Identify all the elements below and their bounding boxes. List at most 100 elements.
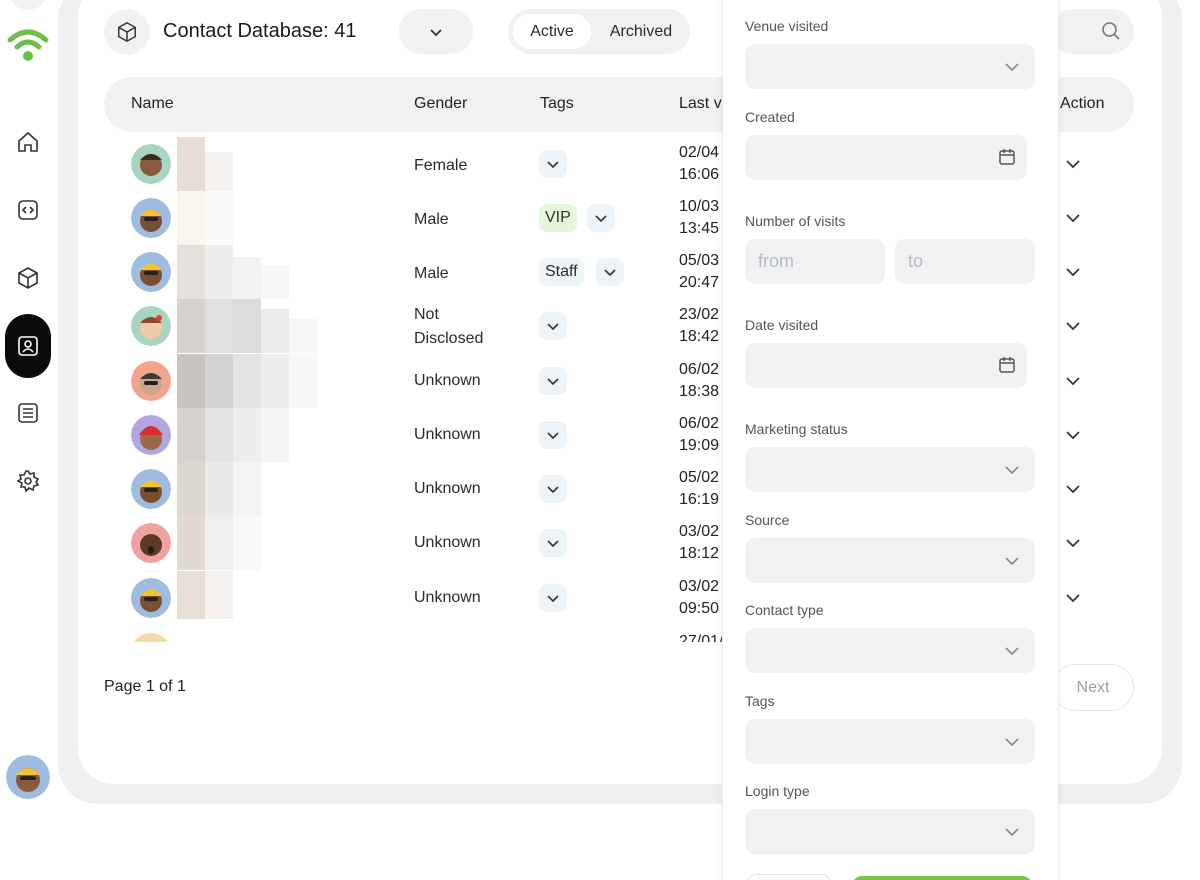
chevron-down-icon [547,486,559,494]
sidebar-item-home[interactable] [6,120,50,164]
name-redacted [177,516,261,570]
filter-label-marketing-status: Marketing status [745,421,848,437]
search-icon[interactable] [1101,21,1121,41]
contact-avatar [131,198,171,238]
sidebar-item-settings[interactable] [6,459,50,503]
sidebar-top-button[interactable] [8,0,48,10]
filter-reset-button[interactable] [747,874,831,880]
tag-dropdown[interactable] [587,204,615,232]
filter-apply-button[interactable] [852,876,1032,880]
row-action-chevron-icon[interactable] [1064,263,1082,281]
date-visited-picker[interactable] [745,343,1027,388]
gender-value: Female [414,157,468,174]
name-redacted [177,354,317,408]
gender-value: Male [414,211,449,228]
chevron-down-icon [604,269,616,277]
login-type-select[interactable] [745,809,1035,854]
user-avatar[interactable] [6,755,50,799]
sidebar-item-reports[interactable] [6,391,50,435]
contact-avatar [131,306,171,346]
contact-avatar [131,252,171,292]
next-page-button[interactable]: Next [1052,664,1134,711]
name-redacted [177,462,261,516]
gender-value: Unknown [414,426,481,443]
chevron-down-icon [430,28,442,36]
last-visit-time: 13:45 [679,220,720,237]
row-action-chevron-icon[interactable] [1064,209,1082,227]
column-header-tags[interactable]: Tags [540,95,574,113]
tag-dropdown[interactable] [539,421,567,449]
chevron-down-icon [1005,828,1019,837]
last-visit-date: 05/02 [679,469,720,486]
gender-value: Male [414,265,449,282]
search-input[interactable] [1050,9,1134,54]
contact-avatar [131,523,171,563]
last-visit-date: 02/04 [679,144,720,161]
chevron-down-icon [547,432,559,440]
visits-from-input[interactable] [745,239,885,284]
list-icon [18,403,38,423]
venue-visited-select[interactable] [745,44,1035,89]
last-visit-time: 20:47 [679,274,720,291]
tags-select[interactable] [745,719,1035,764]
gender-value: Unknown [414,480,481,497]
filter-label-source: Source [745,512,790,528]
row-action-chevron-icon[interactable] [1064,480,1082,498]
row-action-chevron-icon[interactable] [1064,155,1082,173]
contact-type-select[interactable] [745,628,1035,673]
chevron-down-icon [1005,466,1019,475]
last-visit-date: 23/02 [679,306,720,323]
name-redacted [177,137,233,191]
tab-active[interactable]: Active [513,14,591,49]
visits-to-input[interactable] [895,239,1035,284]
source-select[interactable] [745,538,1035,583]
sidebar-item-products[interactable] [6,256,50,300]
tag-dropdown[interactable] [539,150,567,178]
filter-label-tags: Tags [745,693,775,709]
sidebar-item-code[interactable] [6,188,50,232]
tag-dropdown[interactable] [539,584,567,612]
gender-value-line2: Disclosed [414,330,484,347]
last-visit-time: 09:50 [679,600,720,617]
marketing-status-select[interactable] [745,447,1035,492]
wifi-logo-icon [7,29,49,61]
sidebar [0,0,56,880]
cube-icon [18,267,38,289]
sidebar-item-contacts[interactable] [5,314,51,378]
row-action-chevron-icon[interactable] [1064,372,1082,390]
database-dropdown[interactable] [399,9,473,54]
last-visit-date: 27/01/ [679,633,724,642]
calendar-icon [999,149,1015,165]
last-visit-time: 16:19 [679,491,720,508]
name-redacted [177,299,317,353]
last-visit-date: 05/03 [679,252,720,269]
row-action-chevron-icon[interactable] [1064,426,1082,444]
gender-value: Unknown [414,372,481,389]
created-date-picker[interactable] [745,135,1027,180]
database-icon-button [104,9,150,55]
tag-dropdown[interactable] [539,529,567,557]
tag-dropdown[interactable] [539,367,567,395]
last-visit-date: 06/02 [679,415,720,432]
row-action-chevron-icon[interactable] [1064,589,1082,607]
column-header-name[interactable]: Name [131,95,174,113]
tag-dropdown[interactable] [539,312,567,340]
contacts-icon [18,336,38,356]
tag-dropdown[interactable] [539,475,567,503]
column-header-last-visit[interactable]: Last v [679,95,722,113]
last-visit-time: 16:06 [679,166,720,183]
contact-avatar [131,469,171,509]
contact-avatar [131,633,171,642]
row-action-chevron-icon[interactable] [1064,317,1082,335]
tag-dropdown[interactable] [596,258,624,286]
row-action-chevron-icon[interactable] [1064,534,1082,552]
filter-label-date-visited: Date visited [745,317,819,333]
chevron-down-icon [595,215,607,223]
column-header-gender[interactable]: Gender [414,95,467,113]
last-visit-time: 18:42 [679,328,720,345]
pagination-label: Page 1 of 1 [104,678,186,695]
filter-label-created: Created [745,109,795,125]
chevron-down-icon [547,378,559,386]
tab-archived[interactable]: Archived [596,14,686,49]
status-segmented-control: Active Archived [508,9,690,54]
